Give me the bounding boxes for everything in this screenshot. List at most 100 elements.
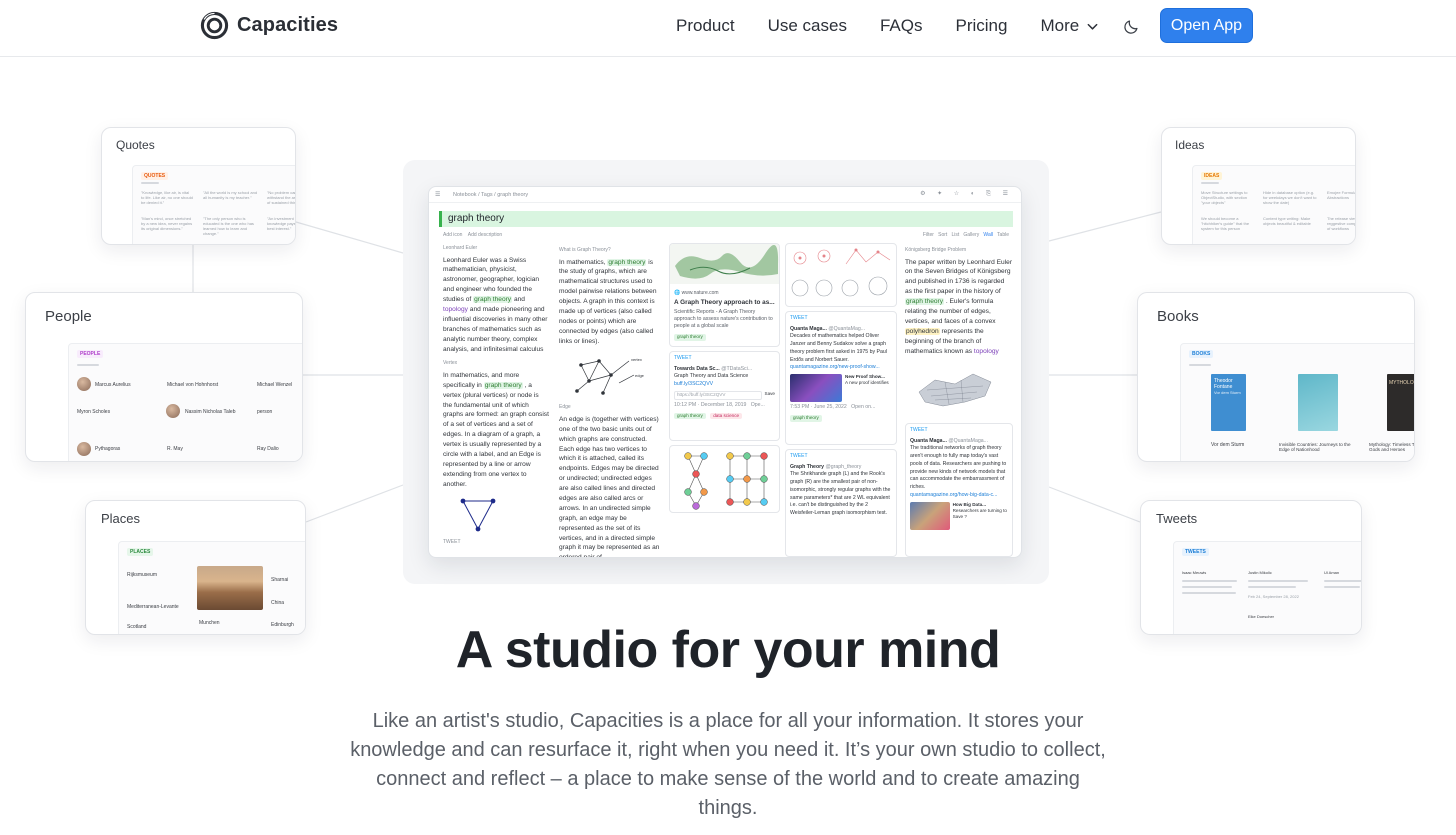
tweet-author: Quanta Maga... <box>790 325 827 332</box>
link-preview-text: How Big Data... Researchers are turning t… <box>953 502 1008 530</box>
books-card[interactable]: Books BOOKS Theodor Fontane Vor dem Stur… <box>1137 292 1415 462</box>
brand-logo-link[interactable]: Capacities <box>200 11 338 40</box>
article-body: Scientific Reports - A Graph Theory appr… <box>674 309 773 330</box>
view-sort: Sort <box>938 232 948 238</box>
person-name: person <box>257 409 273 415</box>
tweet-card[interactable]: TWEET Quanta Maga... @QuantaMag... Decad… <box>785 311 897 445</box>
book-title: Invisible Countries: Journeys to the Edg… <box>1279 442 1351 452</box>
person-name: Ray Dalio <box>257 446 279 452</box>
tweet-author: Ul Aman <box>1324 570 1340 575</box>
tweet-handle: @graph_theory <box>825 463 862 470</box>
quotes-card[interactable]: Quotes QUOTES "Knowledge, like air, is v… <box>101 127 296 245</box>
open-app-button[interactable]: Open App <box>1160 8 1253 43</box>
tweet-text-line <box>1182 586 1232 588</box>
tweet-card[interactable]: TWEET Quanta Maga... @QuantaMaga... The … <box>905 423 1013 557</box>
tweet-text-line <box>1182 592 1236 594</box>
munich-photo <box>197 566 263 610</box>
tweet-author: Towards Data Sc... <box>674 365 720 372</box>
book-cover: Theodor Fontane Vor dem Sturm <box>1211 374 1246 431</box>
quote-item: "All the world is my school and all huma… <box>203 190 258 200</box>
idea-item: We should become a "hitchhiker's guide" … <box>1201 216 1250 231</box>
tweet-open-link[interactable]: Ope... <box>751 402 765 408</box>
note-body: In mathematics, and more specifically in… <box>443 371 549 490</box>
places-card[interactable]: Places PLACES Rijksmuseum Mediterranean-… <box>85 500 306 635</box>
note-body: Leonhard Euler was a Swiss mathematician… <box>443 256 549 355</box>
person-name: Nassim Nicholas Taleb <box>185 409 236 415</box>
nav-link-use-cases[interactable]: Use cases <box>768 16 847 36</box>
note-heading: What is Graph Theory? <box>559 247 611 253</box>
nav-link-more[interactable]: More <box>1040 16 1099 36</box>
tweet-meta: 7:53 PM · June 25, 2022 Open on... <box>790 404 892 412</box>
tweet-tags: graph theory <box>790 415 892 423</box>
app-preview-screenshot: ☰ Notebook / Tags / graph theory ⚙ ✦ ☆ ◐… <box>428 186 1022 558</box>
tweet-handle: @TDataSci... <box>721 365 753 372</box>
avatar <box>77 442 91 456</box>
tag-chip[interactable]: data science <box>710 412 743 420</box>
tag-chip[interactable]: graph theory <box>790 415 822 422</box>
tweets-card[interactable]: Tweets TWEETS Isaac Meuwis Justin Mikoli… <box>1140 500 1362 635</box>
save-button[interactable]: Save <box>765 391 775 400</box>
tweet-text: Graph Theory and Data Science <box>674 373 749 380</box>
tweet-link[interactable]: quantamagazine.org/new-proof-show... <box>790 364 892 372</box>
tweet-author-row: Towards Data Sc... @TDataSci... <box>674 366 775 374</box>
nav-link-product[interactable]: Product <box>676 16 735 36</box>
moon-icon[interactable] <box>1123 17 1141 35</box>
quote-item: "Knowledge, like air, is vital to life. … <box>141 190 193 205</box>
note-heading: Edge <box>559 404 571 411</box>
article-card[interactable]: 🌐 www.nature.com A Graph Theory approach… <box>669 243 780 347</box>
link-preview[interactable]: New Proof Show... A new proof identifies <box>790 374 892 403</box>
ideas-card[interactable]: Ideas IDEAS Move Structure settings to O… <box>1161 127 1356 245</box>
nav-link-more-label: More <box>1040 16 1080 35</box>
link-preview-image <box>790 374 842 403</box>
tag-highlight: graph theory <box>607 258 647 266</box>
diagram-label-edge: edge <box>635 373 645 378</box>
tweet-text: Decades of mathematics helped Oliver Jan… <box>790 333 887 363</box>
tag-chip[interactable]: graph theory <box>674 334 706 341</box>
people-card[interactable]: People PEOPLE Marcus Aurelius Michael vo… <box>25 292 303 462</box>
link-preview[interactable]: How Big Data... Researchers are turning t… <box>910 501 1008 530</box>
book-title: Mythology: Timeless Tales of Gods and He… <box>1369 442 1415 452</box>
tweet-open-link[interactable]: Open on... <box>851 404 875 410</box>
tweet-card[interactable]: TWEET Towards Data Sc... @TDataSci... Gr… <box>669 351 780 441</box>
nav-link-faqs[interactable]: FAQs <box>880 16 923 36</box>
idea-item: Content type writing: Make objects beaut… <box>1263 216 1311 226</box>
people-card-title: People <box>45 308 92 325</box>
save-button[interactable]: Save <box>953 514 963 519</box>
tweet-author: Quanta Maga... <box>910 437 947 444</box>
article-title: A Graph Theory approach to as... <box>674 299 775 307</box>
quotes-tag: QUOTES <box>141 172 169 180</box>
app-preview-page-title: graph theory <box>439 211 1013 227</box>
note-body: An edge is (together with vertices) one … <box>559 415 660 558</box>
world-map-thumbnail <box>670 244 779 284</box>
tweet-author: Graph Theory <box>790 463 825 470</box>
nav-link-pricing[interactable]: Pricing <box>955 16 1007 36</box>
tweet-text-line <box>1248 586 1296 588</box>
tag-chip[interactable]: graph theory <box>674 412 706 420</box>
note-heading: Leonhard Euler <box>443 245 478 251</box>
book-cover: MYTHOLOGY <box>1387 374 1414 431</box>
note-heading: Königsberg Bridge Problem <box>905 247 967 253</box>
quote-item: "Man's mind, once stretched by a new ide… <box>141 216 193 231</box>
person-name: Marcus Aurelius <box>95 382 131 388</box>
tweet-meta: 10:12 PM · December 18, 2019 Ope... <box>674 402 775 410</box>
books-tag: BOOKS <box>1189 350 1214 358</box>
help-button[interactable]: ? <box>964 514 967 519</box>
tweet-text-line <box>1248 580 1308 582</box>
tag-highlight: graph theory <box>473 296 513 304</box>
capacities-logo-icon <box>200 11 229 40</box>
graph-coloring-image <box>669 445 780 513</box>
note-body: In mathematics, graph theory is the stud… <box>559 258 661 347</box>
toolbar-icons: ⚙ ✦ ☆ ◐ ⎘ ☰ <box>920 191 1013 197</box>
person-name: R. May <box>167 446 183 452</box>
avatar <box>77 377 91 391</box>
tweet-link[interactable]: buff.ly/3SC2QVV <box>674 381 775 389</box>
link-input[interactable]: https://buff.ly/3SC2QVV <box>674 390 762 400</box>
tweet-link[interactable]: quantamagazine.org/how-big-data-c... <box>910 492 1008 500</box>
link-preview-body: Researchers are turning to <box>952 507 1007 513</box>
tweet-card[interactable]: TWEET Graph Theory @graph_theory The Shr… <box>785 449 897 557</box>
ideas-tag: IDEAS <box>1201 172 1223 180</box>
people-preview: PEOPLE Marcus Aurelius Michael von Hohnh… <box>68 343 302 461</box>
app-preview-add-actions: Add icon Add description <box>443 232 502 240</box>
link-preview-title: How Big Data... <box>952 501 987 507</box>
tweet-label: TWEET <box>910 427 928 433</box>
